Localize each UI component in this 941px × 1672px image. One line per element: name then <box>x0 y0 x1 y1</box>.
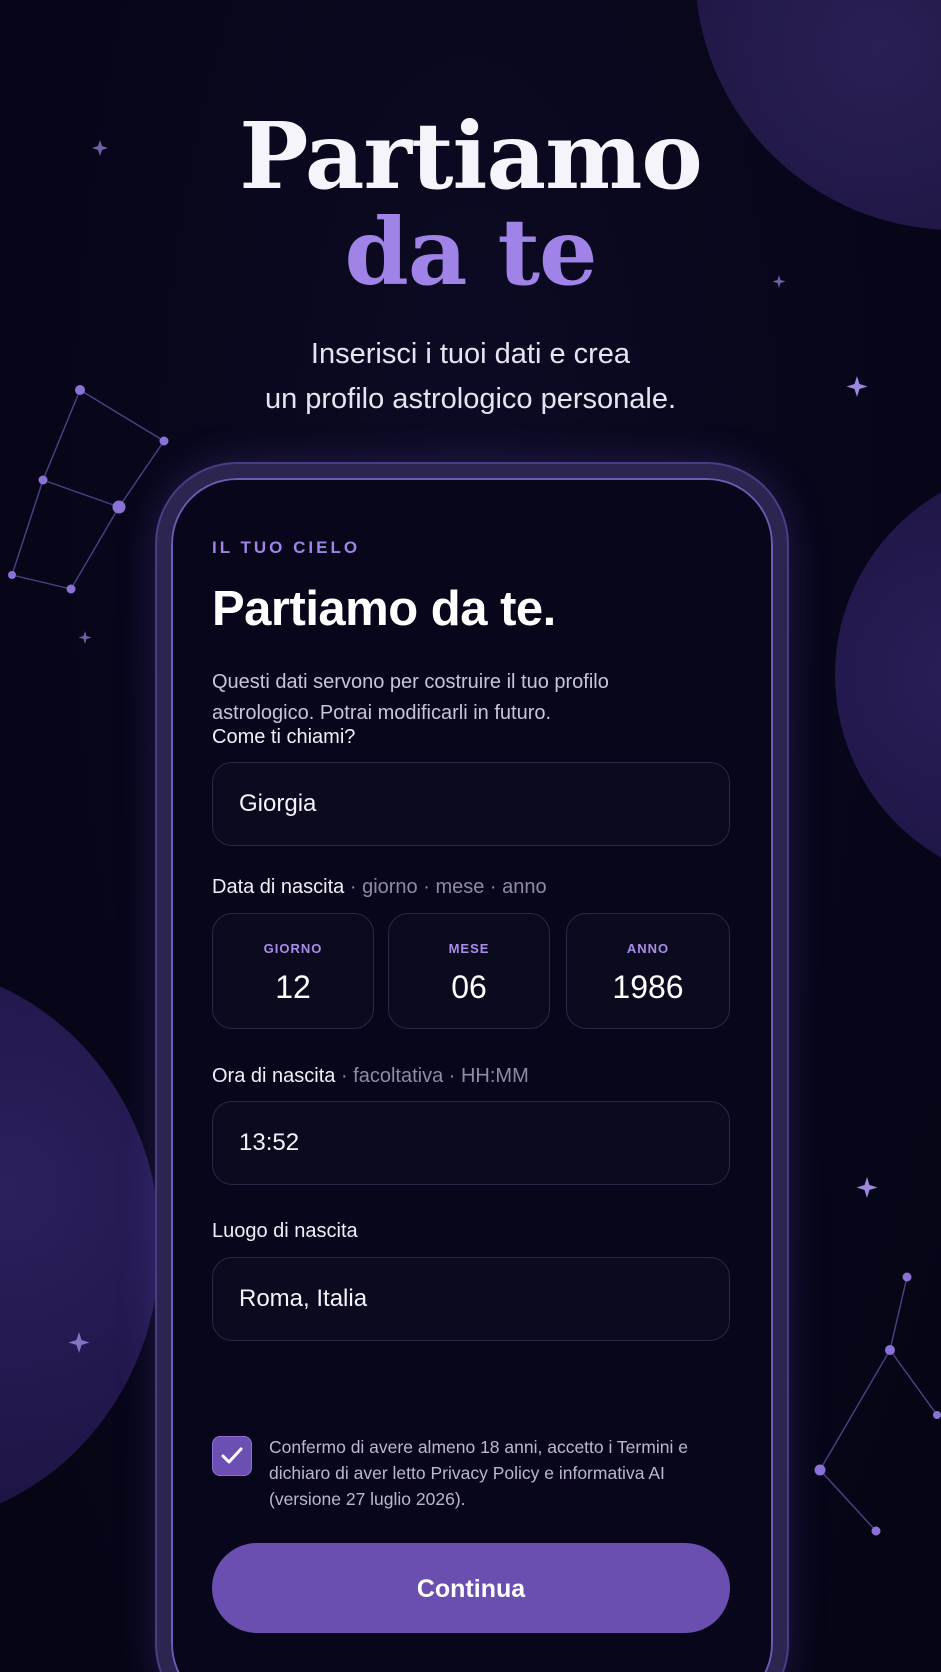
planet-decoration-left <box>0 965 160 1525</box>
section-eyebrow: IL TUO CIELO <box>212 538 361 557</box>
consent-line2: dichiaro di aver letto Privacy Policy e … <box>269 1463 665 1483</box>
onboarding-page: Partiamo da te Inserisci i tuoi dati e c… <box>0 0 941 1672</box>
form-description-line1: Questi dati servono per costruire il tuo… <box>212 671 609 693</box>
consent-text: Confermo di avere almeno 18 anni, accett… <box>269 1434 729 1512</box>
birth-year-field[interactable]: ANNO 1986 <box>566 913 730 1029</box>
birth-year-caption: ANNO <box>626 941 670 956</box>
consent-checkbox[interactable] <box>212 1436 252 1476</box>
consent-line1: Confermo di avere almeno 18 anni, accett… <box>269 1437 688 1457</box>
hero-subtitle: Inserisci i tuoi dati e crea un profilo … <box>0 332 941 422</box>
birth-place-field[interactable]: Roma, Italia <box>212 1257 730 1341</box>
birth-date-hint: · giorno · mese · anno <box>344 876 547 898</box>
birth-day-caption: GIORNO <box>263 941 323 956</box>
birth-month-value: 06 <box>451 969 487 1005</box>
birth-day-value: 12 <box>275 969 311 1005</box>
birth-month-field[interactable]: MESE 06 <box>388 913 550 1029</box>
hero-title-line1: Partiamo <box>239 102 703 210</box>
hero-title: Partiamo da te <box>0 108 941 300</box>
hero-subtitle-line2: un profilo astrologico personale. <box>264 383 677 415</box>
birth-place-label: Luogo di nascita <box>212 1220 358 1242</box>
constellation-icon <box>819 1276 938 1532</box>
form-description-line2: astrologico. Potrai modificarli in futur… <box>212 702 552 724</box>
birth-day-field[interactable]: GIORNO 12 <box>212 913 374 1029</box>
constellation-stars <box>814 1272 941 1536</box>
birth-date-label-text: Data di nascita <box>212 876 345 898</box>
birth-time-label: Ora di nascita · facoltativa · HH:MM <box>212 1065 529 1088</box>
form-title: Partiamo da te. <box>212 582 556 636</box>
name-field[interactable]: Giorgia <box>212 762 730 846</box>
continue-button[interactable]: Continua <box>212 1543 730 1633</box>
birth-time-hint: · facoltativa · HH:MM <box>335 1065 529 1087</box>
birth-month-caption: MESE <box>448 941 490 956</box>
form-description: Questi dati servono per costruire il tuo… <box>212 667 732 729</box>
hero-subtitle-line1: Inserisci i tuoi dati e crea <box>310 338 631 370</box>
check-icon <box>221 1447 243 1464</box>
planet-decoration-right <box>835 465 941 885</box>
birth-time-field[interactable]: 13:52 <box>212 1101 730 1185</box>
hero-title-line2: da te <box>344 198 598 306</box>
birth-time-label-text: Ora di nascita <box>212 1065 336 1087</box>
consent-line3: (versione 27 luglio 2026). <box>269 1489 466 1509</box>
birth-year-value: 1986 <box>612 969 684 1005</box>
birth-date-label: Data di nascita · giorno · mese · anno <box>212 876 547 899</box>
name-label: Come ti chiami? <box>212 726 356 748</box>
